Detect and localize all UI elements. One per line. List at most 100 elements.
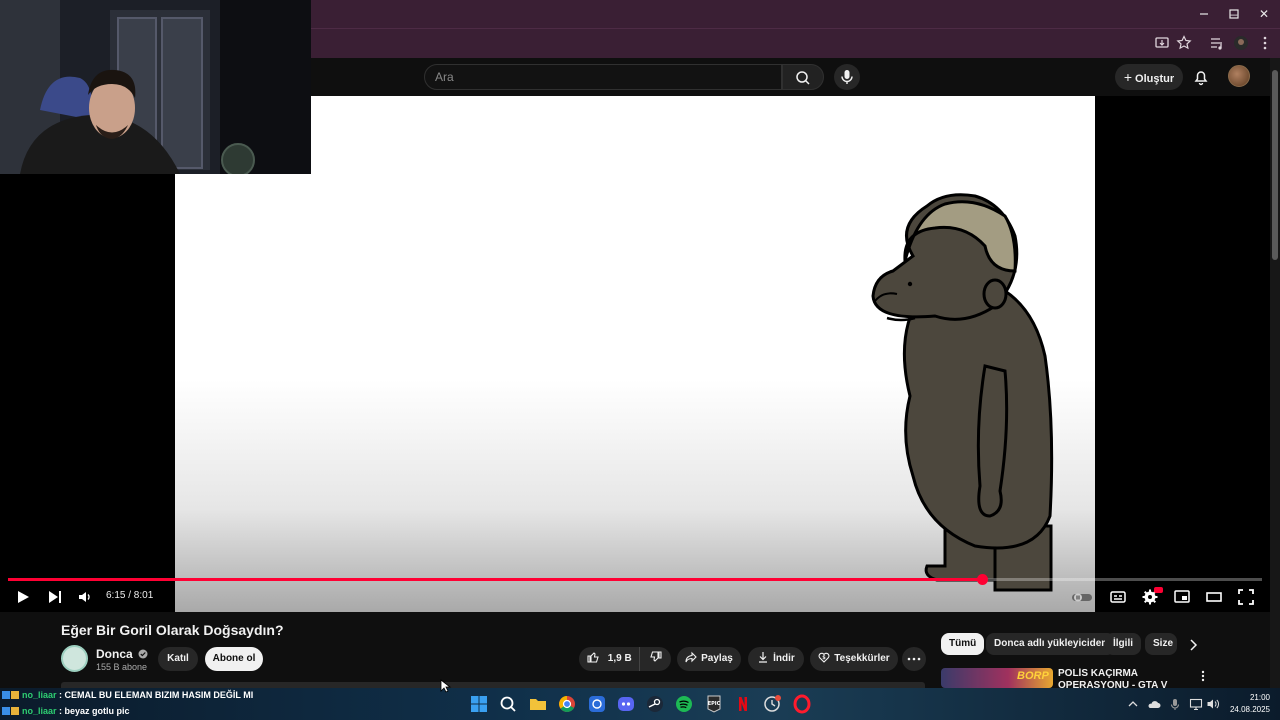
chip-related[interactable]: İlgili — [1105, 633, 1141, 655]
discord-taskbar-button[interactable] — [616, 694, 636, 714]
subtitles-button[interactable] — [1109, 588, 1127, 606]
channel-name[interactable]: Donca — [96, 647, 148, 661]
volume-tray-icon[interactable] — [1206, 697, 1220, 711]
fullscreen-button[interactable] — [1237, 588, 1255, 606]
next-button[interactable] — [46, 588, 64, 606]
search-button[interactable] — [782, 64, 824, 90]
maximize-icon — [1229, 9, 1239, 19]
thumbnail-text: BORP — [1017, 670, 1049, 682]
more-actions-button[interactable] — [902, 647, 926, 671]
volume-icon — [79, 592, 90, 602]
subtitles-icon — [1110, 591, 1126, 603]
download-icon — [759, 652, 768, 663]
autoplay-toggle[interactable] — [1070, 588, 1094, 606]
maximize-button-visible[interactable] — [1219, 4, 1249, 24]
notifications-button[interactable] — [1190, 66, 1212, 88]
create-label: Oluştur — [1135, 73, 1175, 85]
chip-all[interactable]: Tümü — [941, 633, 985, 655]
spotify-taskbar-button[interactable] — [674, 694, 694, 714]
netflix-taskbar-button[interactable] — [733, 694, 753, 714]
show-hidden-icons-button[interactable] — [1126, 697, 1140, 711]
taskbar-clock[interactable]: 21:00 24.08.2025 — [1226, 692, 1270, 716]
mute-button[interactable] — [76, 588, 94, 606]
search-input[interactable]: Ara — [424, 64, 782, 90]
subscriber-count: 155 B abone — [96, 662, 148, 672]
windows-logo-icon — [471, 696, 487, 712]
recommendation-title[interactable]: POLİS KAÇIRMA OPERASYONU - GTA V ROLEPLA… — [1058, 668, 1198, 688]
media-control-icon[interactable] — [1208, 34, 1226, 52]
verified-check-icon — [138, 649, 148, 659]
streamer-webcam-image — [0, 0, 311, 174]
folder-icon — [530, 699, 546, 710]
theater-icon — [1206, 592, 1222, 602]
minimize-button-visible[interactable] — [1189, 4, 1219, 24]
chat-username: no_liaar — [22, 706, 57, 716]
theater-mode-button[interactable] — [1205, 588, 1223, 606]
account-avatar[interactable] — [1228, 65, 1250, 87]
recommendation-menu-button[interactable] — [1196, 668, 1210, 684]
miniplayer-icon — [1174, 590, 1190, 603]
share-button[interactable]: Paylaş — [677, 647, 741, 671]
microphone-icon — [1170, 699, 1180, 710]
time-display: 6:15 / 8:01 — [106, 590, 154, 601]
video-frame[interactable] — [175, 96, 1095, 612]
chat-text: : CEMAL BU ELEMAN BIZIM HASIM DEĞİL MI — [59, 690, 254, 700]
epic-games-icon: EPIC — [707, 695, 721, 713]
skip-next-icon — [49, 591, 61, 603]
miniplayer-button[interactable] — [1173, 588, 1191, 606]
search-icon — [500, 696, 516, 712]
voice-search-button[interactable] — [834, 64, 860, 90]
app-taskbar-button[interactable] — [587, 694, 607, 714]
share-icon — [685, 651, 697, 663]
dislike-button[interactable] — [639, 647, 671, 671]
minimize-icon — [1200, 13, 1208, 15]
chat-badge-icon — [11, 691, 19, 699]
more-vertical-icon — [1201, 670, 1205, 682]
join-button[interactable]: Katıl — [158, 647, 198, 671]
taskbar-search-button[interactable] — [498, 694, 518, 714]
bookmark-star-icon[interactable] — [1175, 34, 1193, 52]
chrome-taskbar-button[interactable] — [557, 694, 577, 714]
thanks-button[interactable]: $ Teşekkürler — [810, 647, 898, 671]
cloud-icon — [1148, 701, 1161, 708]
microphone-tray-icon[interactable] — [1168, 697, 1182, 711]
thanks-heart-icon: $ — [818, 652, 830, 663]
network-tray-icon[interactable] — [1189, 697, 1203, 711]
chevron-up-icon — [1128, 701, 1138, 707]
address-bar-strip — [310, 28, 1280, 58]
download-button[interactable]: İndir — [748, 647, 804, 671]
like-button[interactable]: 1,9 B — [579, 647, 639, 671]
opera-taskbar-button[interactable] — [792, 694, 812, 714]
chip-for-you[interactable]: Size — [1145, 633, 1177, 655]
globe-app-icon — [589, 696, 605, 712]
fullscreen-icon — [1238, 589, 1254, 605]
channel-avatar[interactable] — [61, 645, 88, 672]
recommendation-thumbnail[interactable]: BORP — [941, 668, 1053, 688]
chip-from-uploader[interactable]: Donca adlı yükleyiciden — [986, 633, 1116, 655]
download-label: İndir — [773, 653, 795, 664]
install-app-icon[interactable] — [1153, 34, 1171, 52]
clock-app-taskbar-button[interactable] — [762, 694, 782, 714]
subscribe-button[interactable]: Abone ol — [205, 647, 263, 671]
clock-date: 24.08.2025 — [1229, 705, 1270, 714]
close-window-button[interactable]: ✕ — [1249, 4, 1279, 24]
scrollbar-thumb[interactable] — [1272, 70, 1278, 260]
create-button[interactable]: + Oluştur — [1115, 64, 1183, 90]
start-button[interactable] — [469, 694, 489, 714]
onedrive-tray-icon[interactable] — [1147, 697, 1161, 711]
microphone-icon — [841, 70, 853, 84]
file-explorer-button[interactable] — [528, 694, 548, 714]
spotify-icon — [676, 696, 692, 712]
speaker-icon — [1207, 699, 1219, 709]
browser-menu-icon[interactable] — [1256, 34, 1274, 52]
chat-badge-icon — [2, 707, 10, 715]
profile-avatar-icon[interactable] — [1232, 34, 1250, 52]
play-button[interactable] — [14, 588, 32, 606]
play-icon — [18, 591, 29, 603]
chips-next-button[interactable] — [1184, 636, 1202, 654]
progress-scrubber[interactable] — [977, 574, 988, 585]
svg-text:$: $ — [823, 655, 827, 661]
steam-taskbar-button[interactable] — [645, 694, 665, 714]
svg-text:EPIC: EPIC — [708, 701, 721, 707]
epic-games-taskbar-button[interactable]: EPIC — [704, 694, 724, 714]
